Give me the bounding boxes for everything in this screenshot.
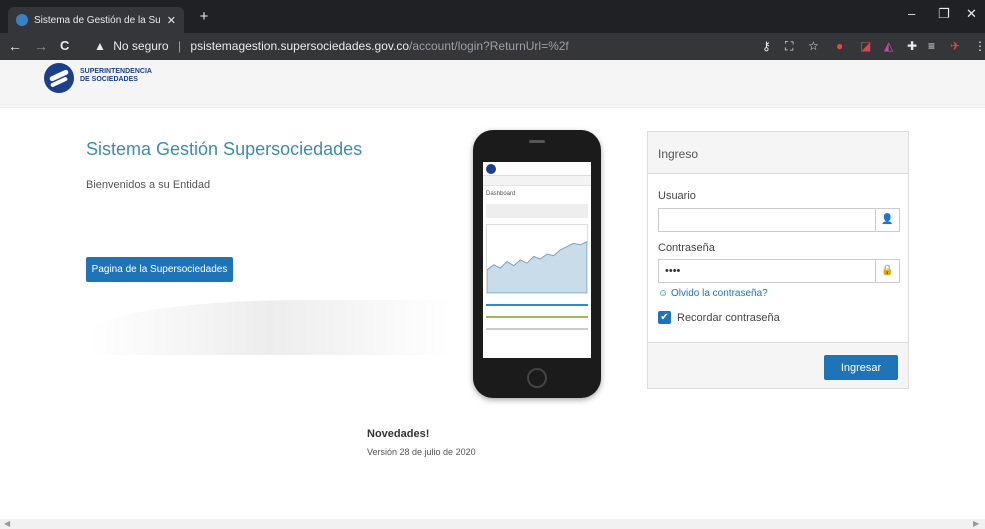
user-input[interactable] (659, 209, 875, 231)
chart-area (487, 241, 587, 293)
logo-icon[interactable] (44, 63, 74, 93)
minimize-icon[interactable]: – (908, 6, 915, 21)
horizontal-scrollbar[interactable]: ◀ ▶ (0, 519, 985, 529)
new-tab-button[interactable]: + (195, 8, 213, 26)
screen-row (486, 310, 588, 318)
screen-rows (486, 298, 588, 330)
favicon-icon (16, 14, 28, 26)
screen-header (483, 162, 591, 176)
page-subtitle: Bienvenidos a su Entidad (86, 179, 211, 191)
pdf-icon[interactable]: ◪ (860, 39, 871, 53)
screen-row (486, 298, 588, 306)
page-title: Sistema Gestión Supersociedades (86, 139, 363, 159)
screen-chart (486, 224, 588, 294)
reading-list-icon[interactable]: ≡ (928, 39, 935, 53)
remember-label: Recordar contraseña (677, 311, 780, 324)
url-divider: | (177, 39, 182, 53)
forward-icon[interactable]: → (34, 38, 48, 54)
password-label: Contraseña (658, 242, 715, 254)
screen-dashboard-title: Dashboard (486, 191, 516, 197)
warning-icon: ▲ (94, 39, 106, 53)
scroll-right-icon[interactable]: ▶ (973, 519, 979, 528)
phone-mockup-image: Dashboard (473, 130, 601, 398)
browser-tab-bar: Sistema de Gestión de la Superin ✕ + – ❐… (0, 0, 985, 33)
extension-purple-icon[interactable]: ◭ (884, 39, 893, 53)
logo-line-1: SUPERINTENDENCIA (80, 68, 152, 75)
menu-icon[interactable]: ⋮ (974, 39, 985, 53)
security-label: No seguro (113, 39, 169, 53)
remember-me[interactable]: ✔ Recordar contraseña (658, 311, 780, 324)
news-text: Versión 28 de julio de 2020 (367, 447, 476, 457)
key-icon[interactable]: ⚷ (762, 39, 771, 53)
star-icon[interactable]: ☆ (808, 39, 819, 53)
password-field: 🔒 (658, 259, 900, 283)
logo-text[interactable]: SUPERINTENDENCIA DE SOCIEDADES (80, 68, 190, 84)
phone-home-button (527, 368, 547, 388)
browser-tab[interactable]: Sistema de Gestión de la Superin ✕ (8, 7, 184, 33)
url-host: psistemagestion.supersociedades.gov.co (190, 39, 409, 53)
extension-rocket-icon[interactable]: ✈ (950, 39, 960, 53)
user-icon: 👤 (875, 209, 899, 231)
translate-icon[interactable]: ⛶ (785, 39, 793, 54)
screen-row (486, 322, 588, 330)
phone-speaker (529, 140, 545, 143)
back-icon[interactable]: ← (8, 38, 22, 54)
logo-line-2: DE SOCIEDADES (80, 76, 138, 83)
password-input[interactable] (659, 260, 875, 282)
extension-red-icon[interactable]: ● (836, 39, 843, 53)
login-heading: Ingreso (648, 132, 908, 174)
forgot-password-link[interactable]: ☺ Olvido la contraseña? (658, 288, 768, 299)
smile-icon: ☺ (658, 288, 671, 299)
tab-title: Sistema de Gestión de la Superin (34, 14, 161, 26)
tab-close-icon[interactable]: ✕ (167, 14, 176, 27)
remember-checkbox[interactable]: ✔ (658, 311, 671, 324)
screen-stats (486, 204, 588, 218)
reload-icon[interactable]: C (60, 38, 69, 53)
screen-chart-svg (487, 241, 587, 293)
puzzle-icon[interactable]: ✚ (907, 39, 917, 53)
screen-breadcrumb (483, 176, 591, 186)
supersociedades-page-button[interactable]: Pagina de la Supersociedades (86, 257, 233, 282)
news-title: Novedades! (367, 428, 430, 440)
login-footer: Ingresar (648, 342, 908, 388)
screen-logo-icon (486, 164, 496, 174)
window-close-icon[interactable]: ✕ (966, 6, 977, 22)
login-submit-button[interactable]: Ingresar (824, 355, 898, 380)
url-field[interactable]: ▲ No seguro | psistemagestion.supersocie… (94, 39, 569, 53)
user-label: Usuario (658, 190, 696, 202)
lock-icon: 🔒 (875, 260, 899, 282)
user-field: 👤 (658, 208, 900, 232)
site-header: SUPERINTENDENCIA DE SOCIEDADES (0, 60, 985, 108)
scroll-left-icon[interactable]: ◀ (4, 519, 10, 528)
phone-screen: Dashboard (483, 162, 591, 358)
restore-icon[interactable]: ❐ (938, 6, 950, 22)
address-bar: ← → C ▲ No seguro | psistemagestion.supe… (0, 33, 985, 60)
forgot-password-label: Olvido la contraseña? (671, 288, 768, 299)
decorative-swoosh (90, 300, 450, 355)
url-path: /account/login?ReturnUrl=%2f (409, 39, 569, 53)
login-panel: Ingreso Usuario 👤 Contraseña 🔒 ☺ Olvido … (647, 131, 909, 389)
